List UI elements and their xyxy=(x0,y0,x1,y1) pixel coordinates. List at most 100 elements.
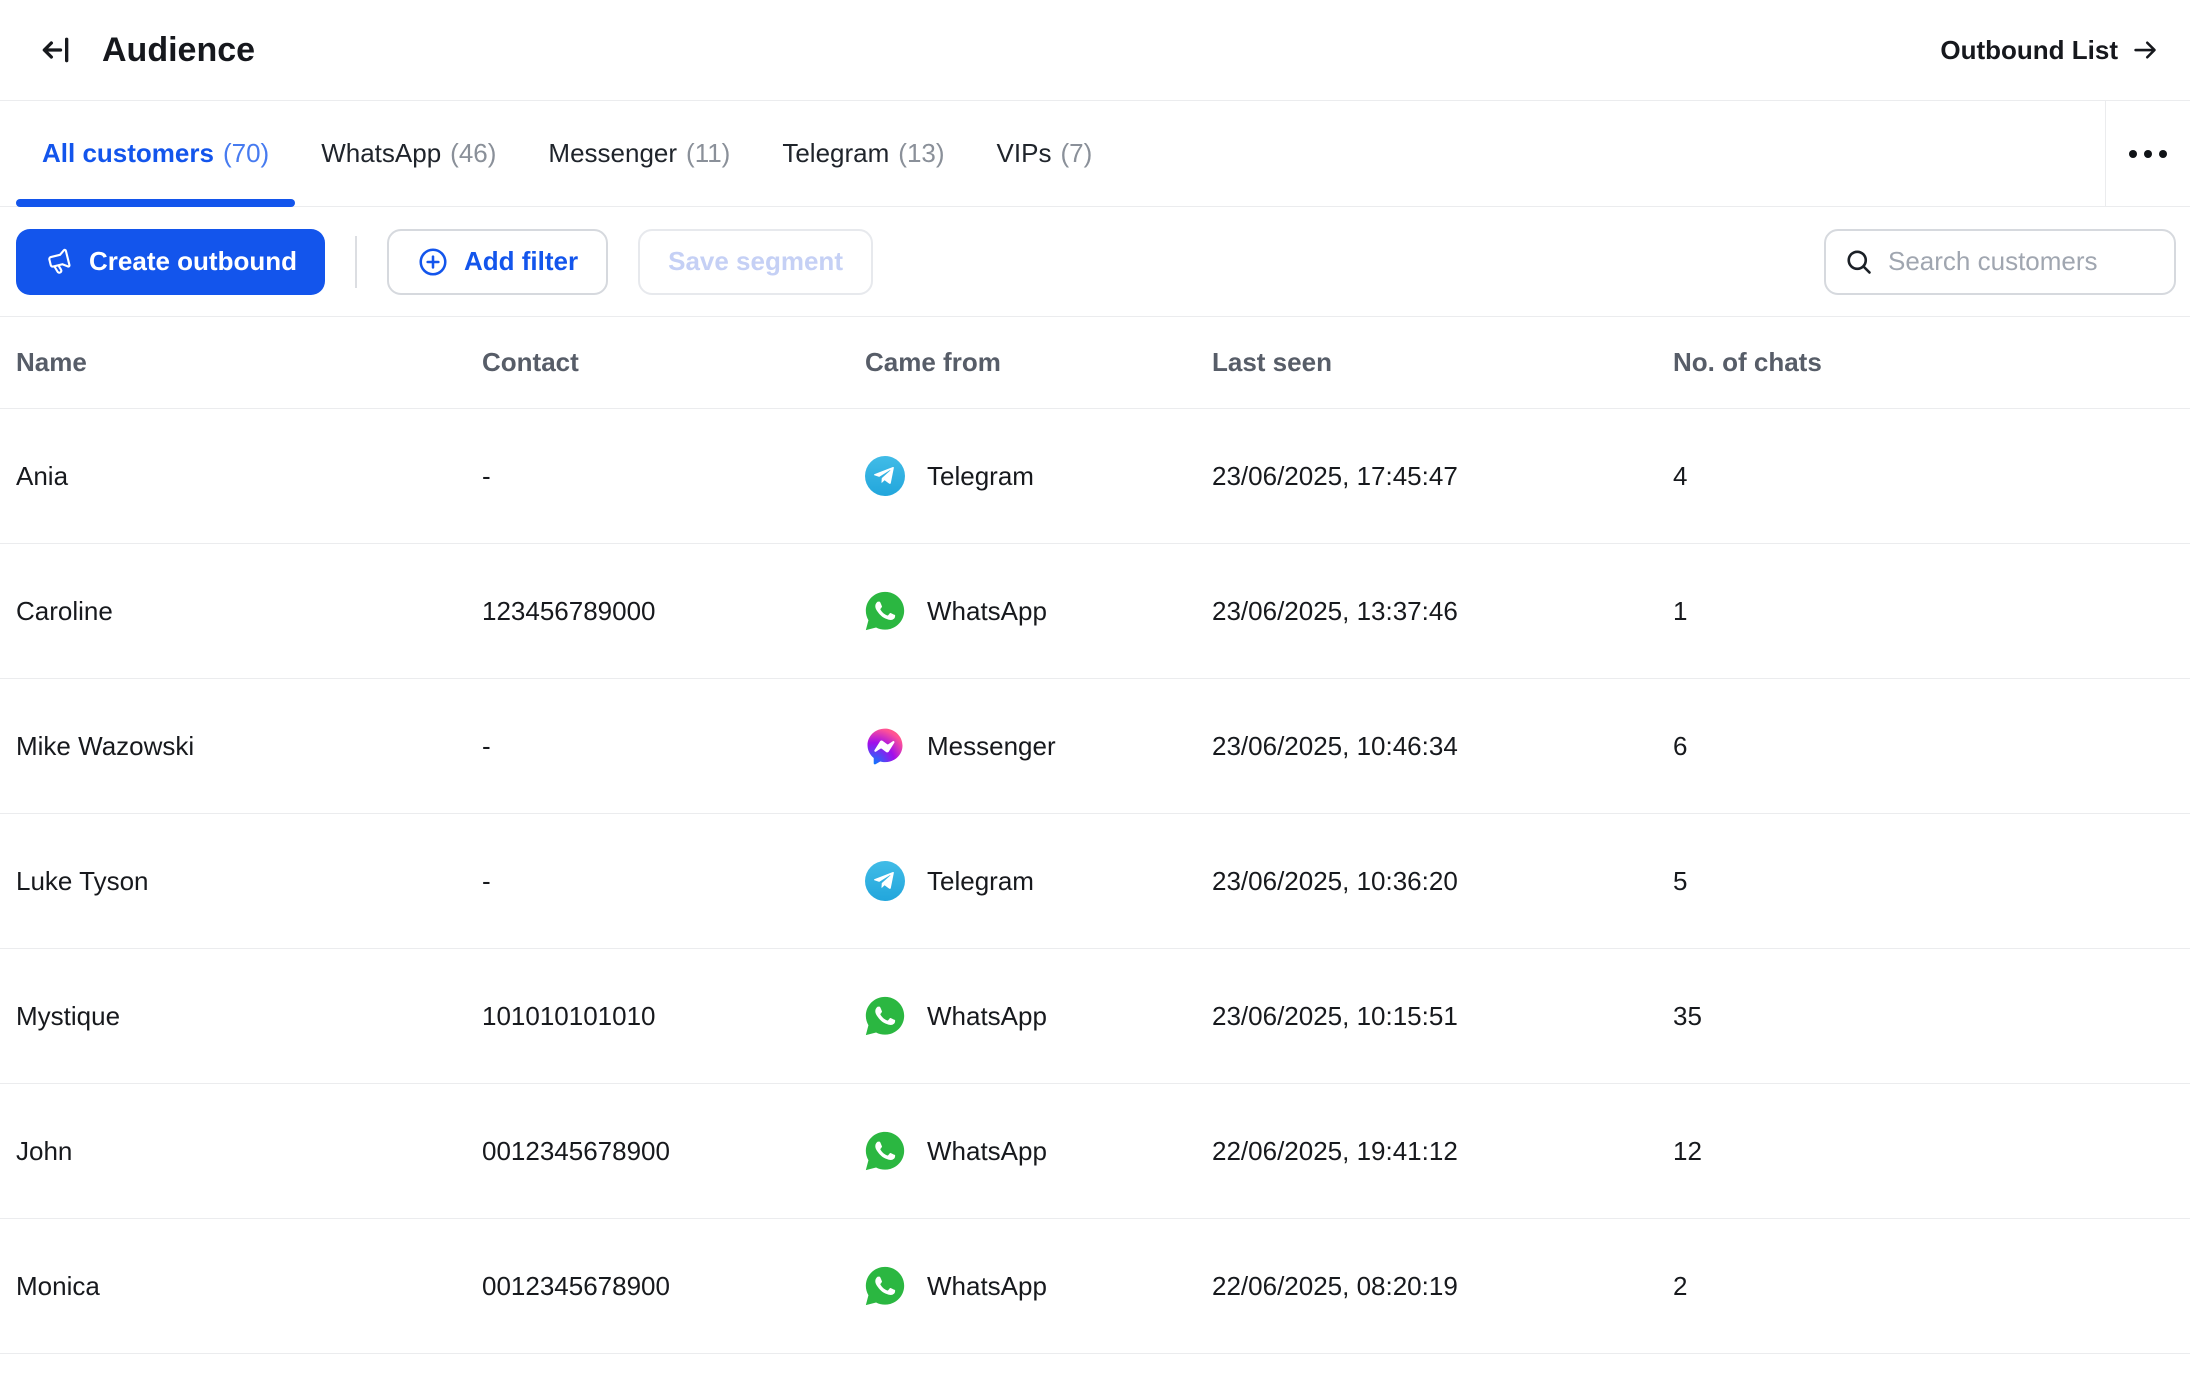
table-row[interactable]: Caroline 123456789000 WhatsApp 23/06/202… xyxy=(0,544,2190,679)
tab-label: All customers xyxy=(42,138,214,169)
tab-label: Messenger xyxy=(548,138,677,169)
channel-label: Messenger xyxy=(927,731,1056,762)
whatsapp-icon xyxy=(865,996,905,1036)
search-input[interactable] xyxy=(1888,246,2156,277)
tab-count: (7) xyxy=(1060,138,1092,169)
cell-contact: - xyxy=(482,461,865,492)
telegram-icon xyxy=(865,861,905,901)
table-row[interactable]: Luke Tyson - Telegram 23/06/2025, 10:36:… xyxy=(0,814,2190,949)
tab-all-customers[interactable]: All customers (70) xyxy=(16,101,295,206)
whatsapp-icon xyxy=(865,1131,905,1171)
channel-label: WhatsApp xyxy=(927,1271,1047,1302)
cell-name: Mike Wazowski xyxy=(16,731,482,762)
cell-channel: WhatsApp xyxy=(865,1131,1212,1171)
segments-tabbar: All customers (70) WhatsApp (46) Messeng… xyxy=(0,101,2190,207)
cell-chats: 4 xyxy=(1673,461,2190,492)
page-header: Audience Outbound List xyxy=(0,0,2190,101)
table-row[interactable]: John 0012345678900 WhatsApp 22/06/2025, … xyxy=(0,1084,2190,1219)
tab-label: VIPs xyxy=(997,138,1052,169)
cell-last-seen: 23/06/2025, 13:37:46 xyxy=(1212,596,1673,627)
plus-circle-icon xyxy=(417,246,449,278)
cell-channel: WhatsApp xyxy=(865,591,1212,631)
cell-last-seen: 23/06/2025, 17:45:47 xyxy=(1212,461,1673,492)
channel-label: Telegram xyxy=(927,866,1034,897)
cell-channel: Telegram xyxy=(865,861,1212,901)
whatsapp-icon xyxy=(865,591,905,631)
cell-last-seen: 23/06/2025, 10:15:51 xyxy=(1212,1001,1673,1032)
tab-messenger[interactable]: Messenger (11) xyxy=(522,101,756,206)
ellipsis-icon xyxy=(2129,150,2137,158)
cell-last-seen: 23/06/2025, 10:36:20 xyxy=(1212,866,1673,897)
column-header-no-of-chats: No. of chats xyxy=(1673,347,2190,378)
actions-toolbar: Create outbound Add filter Save segment xyxy=(0,207,2190,317)
tab-vips[interactable]: VIPs (7) xyxy=(971,101,1119,206)
cell-chats: 6 xyxy=(1673,731,2190,762)
cell-contact: 123456789000 xyxy=(482,596,865,627)
search-box[interactable] xyxy=(1824,229,2176,295)
channel-label: WhatsApp xyxy=(927,1136,1047,1167)
cell-name: Ania xyxy=(16,461,482,492)
column-header-last-seen: Last seen xyxy=(1212,347,1673,378)
cell-chats: 35 xyxy=(1673,1001,2190,1032)
column-header-came-from: Came from xyxy=(865,347,1212,378)
cell-contact: 0012345678900 xyxy=(482,1271,865,1302)
cell-name: Luke Tyson xyxy=(16,866,482,897)
collapse-back-button[interactable] xyxy=(34,26,82,74)
more-options-button[interactable] xyxy=(2106,101,2190,206)
arrow-right-icon xyxy=(2130,35,2160,65)
save-segment-label: Save segment xyxy=(668,246,843,277)
add-filter-label: Add filter xyxy=(464,246,578,277)
table-row[interactable]: Ania - Telegram 23/06/2025, 17:45:47 4 xyxy=(0,409,2190,544)
page-title: Audience xyxy=(102,31,255,70)
outbound-list-link[interactable]: Outbound List xyxy=(1940,35,2160,66)
cell-name: Monica xyxy=(16,1271,482,1302)
cell-channel: Telegram xyxy=(865,456,1212,496)
messenger-icon xyxy=(865,726,905,766)
tab-count: (46) xyxy=(450,138,496,169)
outbound-list-label: Outbound List xyxy=(1940,35,2118,66)
channel-label: WhatsApp xyxy=(927,596,1047,627)
table-header: Name Contact Came from Last seen No. of … xyxy=(0,317,2190,409)
cell-name: John xyxy=(16,1136,482,1167)
tab-count: (11) xyxy=(686,138,730,169)
table-row[interactable]: Mike Wazowski - Messenger 23/06/2025, 10… xyxy=(0,679,2190,814)
search-icon xyxy=(1844,247,1874,277)
tab-telegram[interactable]: Telegram (13) xyxy=(756,101,970,206)
channel-label: WhatsApp xyxy=(927,1001,1047,1032)
column-header-contact: Contact xyxy=(482,347,865,378)
tab-whatsapp[interactable]: WhatsApp (46) xyxy=(295,101,522,206)
cell-contact: - xyxy=(482,731,865,762)
cell-last-seen: 22/06/2025, 08:20:19 xyxy=(1212,1271,1673,1302)
channel-label: Telegram xyxy=(927,461,1034,492)
customers-table: Ania - Telegram 23/06/2025, 17:45:47 4 C… xyxy=(0,409,2190,1354)
cell-chats: 5 xyxy=(1673,866,2190,897)
whatsapp-icon xyxy=(865,1266,905,1306)
cell-contact: - xyxy=(482,866,865,897)
toolbar-divider xyxy=(355,236,357,288)
cell-contact: 101010101010 xyxy=(482,1001,865,1032)
tab-label: WhatsApp xyxy=(321,138,441,169)
tab-count: (13) xyxy=(898,138,944,169)
create-outbound-label: Create outbound xyxy=(89,246,297,277)
table-row[interactable]: Monica 0012345678900 WhatsApp 22/06/2025… xyxy=(0,1219,2190,1354)
cell-name: Mystique xyxy=(16,1001,482,1032)
megaphone-icon xyxy=(44,247,74,277)
save-segment-button[interactable]: Save segment xyxy=(638,229,873,295)
arrow-left-to-bar-icon xyxy=(38,30,78,70)
cell-channel: WhatsApp xyxy=(865,996,1212,1036)
cell-chats: 2 xyxy=(1673,1271,2190,1302)
tab-count: (70) xyxy=(223,138,269,169)
table-row[interactable]: Mystique 101010101010 WhatsApp 23/06/202… xyxy=(0,949,2190,1084)
cell-contact: 0012345678900 xyxy=(482,1136,865,1167)
create-outbound-button[interactable]: Create outbound xyxy=(16,229,325,295)
telegram-icon xyxy=(865,456,905,496)
tab-label: Telegram xyxy=(782,138,889,169)
cell-chats: 12 xyxy=(1673,1136,2190,1167)
column-header-name: Name xyxy=(16,347,482,378)
add-filter-button[interactable]: Add filter xyxy=(387,229,608,295)
cell-channel: Messenger xyxy=(865,726,1212,766)
cell-last-seen: 23/06/2025, 10:46:34 xyxy=(1212,731,1673,762)
cell-last-seen: 22/06/2025, 19:41:12 xyxy=(1212,1136,1673,1167)
cell-name: Caroline xyxy=(16,596,482,627)
cell-chats: 1 xyxy=(1673,596,2190,627)
